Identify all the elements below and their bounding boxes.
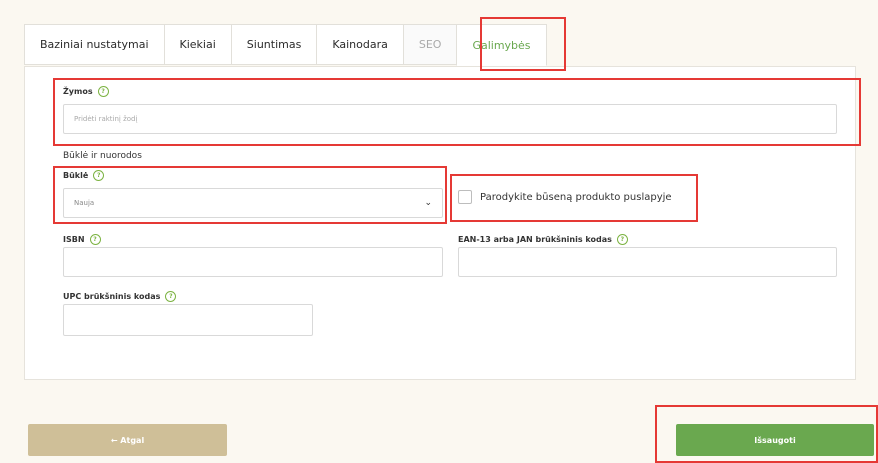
tags-label: Žymos ?	[63, 86, 109, 97]
tab-seo[interactable]: SEO	[402, 24, 457, 65]
question-circle-icon[interactable]: ?	[165, 291, 177, 302]
save-button[interactable]: Išsaugoti	[676, 424, 874, 456]
tags-label-text: Žymos	[63, 87, 93, 96]
condition-select-value: Nauja	[74, 199, 95, 207]
tab-pricing[interactable]: Kainodara	[316, 24, 403, 65]
isbn-input[interactable]	[63, 247, 443, 277]
ean-label: EAN-13 arba JAN brūkšninis kodas ?	[458, 234, 628, 245]
isbn-label: ISBN ?	[63, 234, 101, 245]
tab-basic-settings[interactable]: Baziniai nustatymai	[24, 24, 164, 65]
question-circle-icon[interactable]: ?	[93, 170, 105, 181]
show-condition-checkbox[interactable]	[458, 190, 472, 204]
product-tabs: Baziniai nustatymai Kiekiai Siuntimas Ka…	[24, 24, 547, 66]
question-circle-icon[interactable]: ?	[616, 234, 628, 245]
tab-quantities[interactable]: Kiekiai	[163, 24, 231, 65]
upc-label-text: UPC brūkšninis kodas	[63, 292, 161, 301]
back-button[interactable]: ← Atgal	[28, 424, 227, 456]
ean-input[interactable]	[458, 247, 837, 277]
isbn-label-text: ISBN	[63, 235, 85, 244]
question-circle-icon[interactable]: ?	[89, 234, 101, 245]
section-title-condition-links: Būklė ir nuorodos	[63, 151, 142, 161]
question-circle-icon[interactable]: ?	[97, 86, 109, 97]
condition-select[interactable]: Nauja ⌄	[63, 188, 443, 218]
show-condition-label[interactable]: Parodykite būseną produkto puslapyje	[480, 192, 672, 203]
tab-options[interactable]: Galimybės	[456, 24, 547, 66]
ean-label-text: EAN-13 arba JAN brūkšninis kodas	[458, 235, 612, 244]
condition-label: Būklė ?	[63, 170, 105, 181]
condition-label-text: Būklė	[63, 171, 89, 180]
upc-label: UPC brūkšninis kodas ?	[63, 291, 177, 302]
tab-shipping[interactable]: Siuntimas	[230, 24, 317, 65]
chevron-down-icon: ⌄	[424, 198, 432, 208]
tags-input[interactable]	[63, 104, 837, 134]
upc-input[interactable]	[63, 304, 313, 336]
